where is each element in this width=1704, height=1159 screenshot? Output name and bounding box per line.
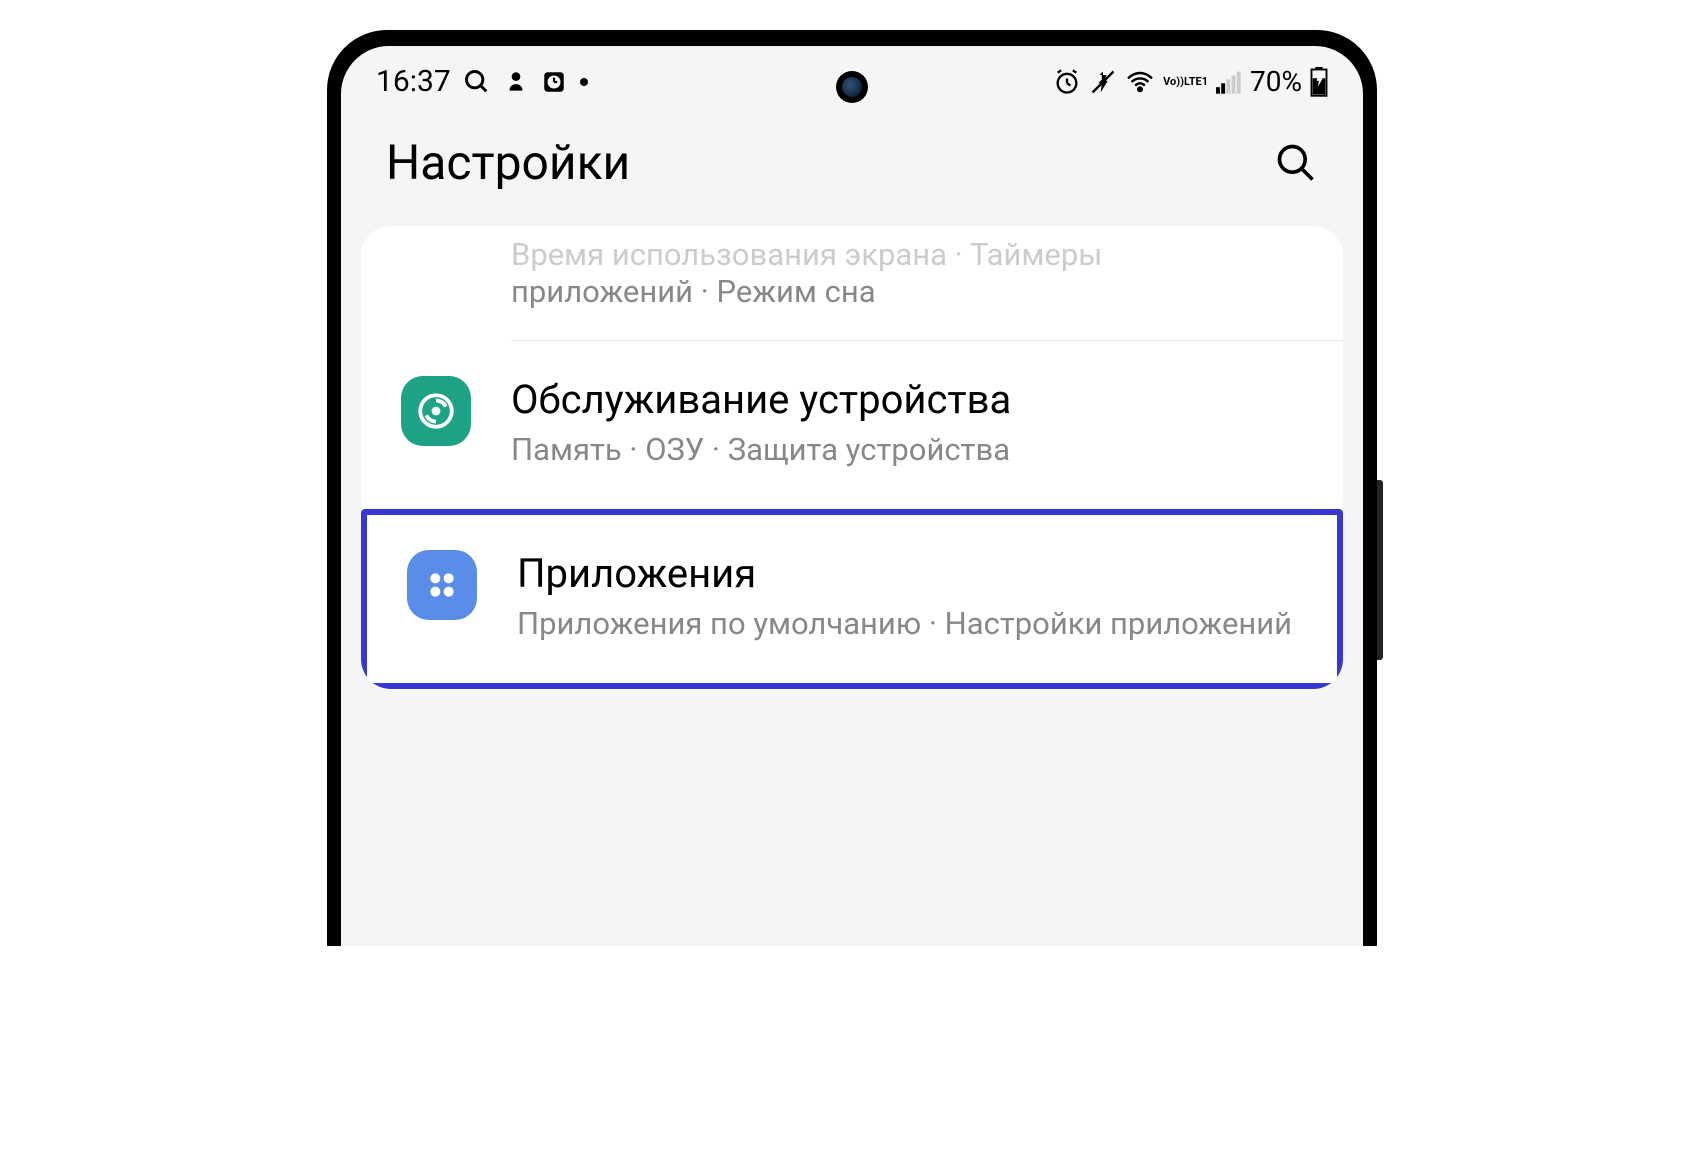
battery-icon — [1310, 67, 1328, 97]
volte-icon: Vo)) LTE1 — [1163, 76, 1208, 87]
signal-icon — [1216, 70, 1242, 94]
item-content: Приложения Приложения по умолчанию · Нас… — [517, 550, 1297, 645]
wifi-icon — [1125, 70, 1155, 94]
phone-frame: 16:37 — [327, 30, 1377, 946]
phone-screen: 16:37 — [341, 46, 1363, 946]
partial-item-faded-text: Время использования экрана · Таймеры — [511, 236, 1303, 273]
item-content: Обслуживание устройства Память · ОЗУ · З… — [511, 376, 1303, 471]
alarm-icon — [1053, 68, 1081, 96]
settings-item-partial[interactable]: Время использования экрана · Таймеры при… — [361, 226, 1343, 340]
status-bar-left: 16:37 — [376, 64, 589, 99]
settings-header: Настройки — [341, 109, 1363, 226]
power-button — [1377, 480, 1383, 660]
dot-icon — [579, 77, 589, 87]
settings-item-apps[interactable]: Приложения Приложения по умолчанию · Нас… — [361, 509, 1343, 689]
item-title: Обслуживание устройства — [511, 376, 1303, 423]
apps-icon — [407, 550, 477, 620]
item-subtitle: Приложения по умолчанию · Настройки прил… — [517, 603, 1297, 645]
page-title: Настройки — [386, 134, 630, 191]
camera-hole — [836, 71, 868, 103]
status-time: 16:37 — [376, 64, 451, 99]
status-bar-right: Vo)) LTE1 70% — [1053, 65, 1328, 98]
item-title: Приложения — [517, 550, 1297, 597]
device-care-icon — [401, 376, 471, 446]
clock-icon — [541, 69, 567, 95]
search-button[interactable] — [1274, 141, 1318, 185]
partial-item-text: приложений · Режим сна — [511, 273, 1303, 310]
settings-item-device-care[interactable]: Обслуживание устройства Память · ОЗУ · З… — [361, 341, 1343, 509]
search-icon — [463, 68, 491, 96]
item-subtitle: Память · ОЗУ · Защита устройства — [511, 429, 1303, 471]
battery-percent: 70% — [1250, 65, 1302, 98]
person-icon — [503, 69, 529, 95]
settings-card: Время использования экрана · Таймеры при… — [361, 226, 1343, 689]
vibrate-icon — [1089, 68, 1117, 96]
